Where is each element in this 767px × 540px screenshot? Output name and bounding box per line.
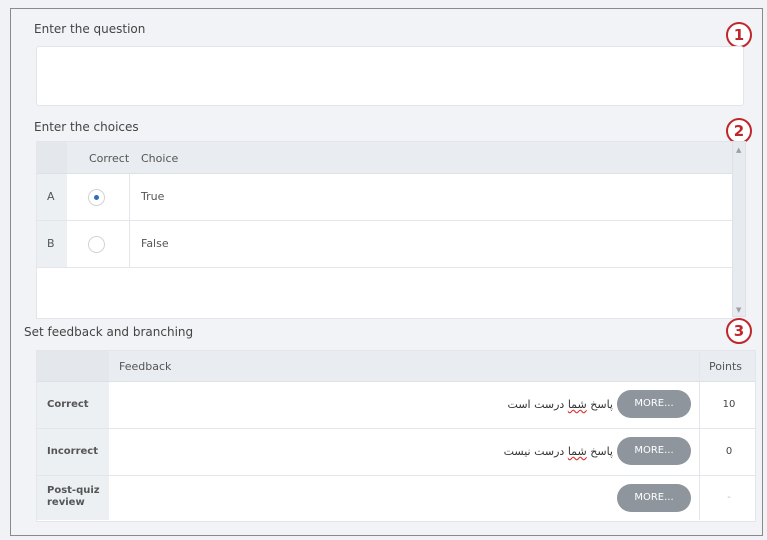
feedback-text-part: شما: [567, 398, 587, 411]
points-correct[interactable]: 10: [707, 399, 751, 410]
correct-radio-b[interactable]: [88, 236, 105, 253]
feedback-text-part: پاسخ: [586, 445, 613, 458]
choice-letter: A: [47, 190, 55, 203]
step-marker-1: 1: [726, 22, 752, 48]
label-line: Post-quiz: [47, 485, 100, 496]
feedback-table: Feedback Points Correct پاسخ شما درست اس…: [36, 350, 756, 522]
feedback-row-incorrect: Incorrect پاسخ شما درست نیست MORE... 0: [37, 429, 755, 476]
question-section-title: Enter the question: [34, 22, 146, 36]
feedback-row-label: Incorrect: [47, 446, 98, 457]
feedback-section-title: Set feedback and branching: [24, 325, 194, 339]
points-column-header: Points: [709, 360, 743, 373]
choice-column-header: Choice: [141, 152, 179, 165]
points-incorrect[interactable]: 0: [707, 446, 751, 457]
feedback-row-label: Post-quiz review: [47, 485, 100, 509]
feedback-column-header: Feedback: [119, 360, 172, 373]
feedback-row-post-quiz-review: Post-quiz review MORE... -: [37, 476, 755, 520]
feedback-text-part: پاسخ: [586, 398, 613, 411]
feedback-text-correct[interactable]: پاسخ شما درست است: [437, 398, 613, 411]
feedback-text-incorrect[interactable]: پاسخ شما درست نیست: [437, 445, 613, 458]
scroll-down-icon[interactable]: ▼: [736, 306, 741, 314]
scroll-up-icon[interactable]: ▲: [736, 146, 741, 154]
choice-letter: B: [47, 237, 55, 250]
more-button-post-quiz-review[interactable]: MORE...: [617, 484, 691, 512]
step-marker-3: 3: [726, 318, 752, 344]
more-button-correct[interactable]: MORE...: [617, 390, 691, 418]
feedback-text-part: درست نیست: [503, 445, 568, 458]
choices-section-title: Enter the choices: [34, 120, 139, 134]
choice-row-a[interactable]: A True: [37, 174, 733, 221]
choice-row-b[interactable]: B False: [37, 221, 733, 268]
choice-text[interactable]: False: [141, 237, 169, 250]
choices-scrollbar[interactable]: ▲ ▼: [732, 141, 746, 317]
label-line: review: [47, 497, 85, 508]
choices-table: Correct Choice A True B False: [36, 141, 734, 319]
choices-table-header: Correct Choice: [37, 142, 733, 174]
feedback-text-part: شما: [567, 445, 587, 458]
choice-text[interactable]: True: [141, 190, 164, 203]
points-post-quiz-review: -: [727, 492, 731, 503]
correct-column-header: Correct: [89, 152, 130, 165]
feedback-row-correct: Correct پاسخ شما درست است MORE... 10: [37, 382, 755, 429]
more-button-incorrect[interactable]: MORE...: [617, 437, 691, 465]
feedback-text-part: درست است: [507, 398, 568, 411]
feedback-row-label: Correct: [47, 399, 89, 410]
correct-radio-a[interactable]: [88, 189, 105, 206]
feedback-table-header: Feedback Points: [37, 351, 755, 382]
question-input[interactable]: [36, 46, 744, 106]
